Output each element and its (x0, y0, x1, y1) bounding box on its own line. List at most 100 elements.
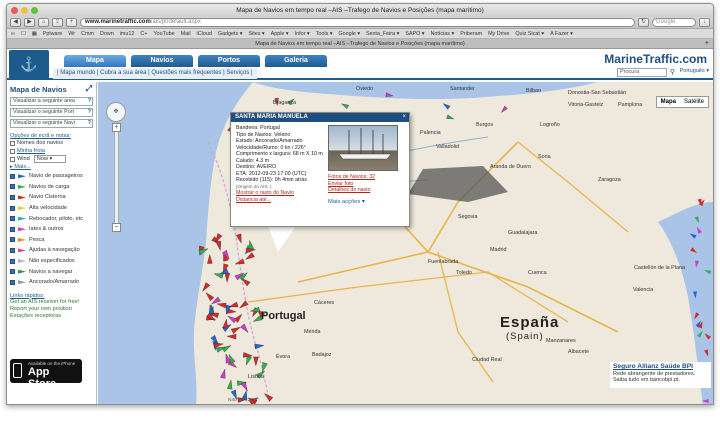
brand-title[interactable]: MarineTraffic.com (604, 52, 707, 66)
checkbox[interactable] (10, 247, 15, 253)
bookmark-item[interactable]: iCloud (197, 31, 212, 37)
add-icon[interactable]: + (66, 18, 77, 27)
ad-title[interactable]: Seguro Allianz Saúde BPI (613, 363, 708, 371)
zoom-in-button[interactable]: + (112, 123, 121, 132)
reload-icon[interactable]: ↻ (638, 18, 649, 27)
browser-search-input[interactable]: Google (652, 18, 696, 27)
legend-item[interactable]: Alta velocidade (10, 203, 93, 214)
help-icon[interactable]: ? (88, 109, 91, 116)
option-my-fleet[interactable]: Minha frota (10, 147, 93, 155)
checkbox[interactable] (10, 194, 15, 200)
advertisement[interactable]: Seguro Allianz Saúde BPI Rede abrangente… (610, 362, 711, 388)
share-icon[interactable]: ⇪ (52, 18, 63, 27)
tab-portos[interactable]: Portos (198, 55, 260, 67)
bookmark-item[interactable]: Infor ▾ (295, 31, 310, 37)
legend-item[interactable]: Navio de passageiros (10, 171, 93, 182)
bookmark-item[interactable]: YouTube (153, 31, 174, 37)
reading-list-icon[interactable]: ∞ (11, 31, 15, 37)
download-icon[interactable]: ↓ (699, 18, 710, 27)
vessel-photo[interactable] (328, 125, 398, 171)
bookmark-item[interactable]: imu12 (120, 31, 135, 37)
checkbox[interactable] (10, 216, 15, 222)
checkbox[interactable] (10, 173, 15, 179)
bookmark-item[interactable]: Gadgets ▾ (218, 31, 243, 37)
bookmark-item[interactable]: Down (100, 31, 114, 37)
more-actions-menu[interactable]: Mais acções ▾ (328, 199, 375, 206)
bookmark-item[interactable]: Sexta_Feira ▾ (366, 31, 399, 37)
legend-item[interactable]: Navio Cisterna (10, 192, 93, 203)
bookmark-item[interactable]: C+ (140, 31, 147, 37)
checkbox[interactable] (10, 156, 15, 162)
map-area[interactable]: ✥ + − Mapa Satélite Oviedo Santander Bilba… (98, 82, 713, 404)
pan-control[interactable]: ✥ (106, 102, 126, 122)
bookmark-item[interactable]: Quiz Sicat ▾ (515, 31, 544, 37)
legend-item[interactable]: Não especificados (10, 256, 93, 267)
quick-link-report-position[interactable]: Report your own position (10, 306, 93, 313)
checkbox[interactable] (10, 184, 15, 190)
tab-galeria[interactable]: Galeria (265, 55, 327, 67)
wind-time-select[interactable]: Now ▾ (33, 155, 66, 163)
area-input[interactable]: Visualizar a seguinte area? (10, 97, 93, 106)
site-search-input[interactable]: Procura (617, 68, 667, 77)
vessel-photos-link[interactable]: Fotos de Navios: 32 (328, 174, 375, 181)
bookmark-item[interactable]: Apple ▾ (271, 31, 289, 37)
minimize-window-button[interactable] (21, 7, 28, 14)
quick-link-ais-receiver[interactable]: Get an AIS receiver for free! (10, 299, 93, 306)
checkbox[interactable] (10, 205, 15, 211)
vessel-input[interactable]: Visualizar o seguinte Navi? (10, 119, 93, 128)
map-type-control[interactable]: Mapa Satélite (655, 96, 709, 108)
legend-item[interactable]: Pesca (10, 235, 93, 246)
bookmark-item[interactable]: Notícias ▾ (431, 31, 455, 37)
home-icon[interactable]: ⌂ (38, 18, 49, 27)
map-type-satellite[interactable]: Satélite (680, 97, 708, 107)
app-store-badge[interactable]: Available on the iPhone App Store (10, 359, 82, 390)
bookmark-item[interactable]: Wr (68, 31, 75, 37)
checkbox[interactable] (10, 226, 15, 232)
bookmark-item[interactable]: Mail (181, 31, 191, 37)
tab-active[interactable]: Mapa de Navios em tempo real –AIS –Trafe… (255, 41, 465, 47)
port-input[interactable]: Visualizar o seguinte Port? (10, 108, 93, 117)
bookmark-item[interactable]: Pplware (43, 31, 62, 37)
more-options-link[interactable]: ▸ Mais... (10, 164, 93, 170)
address-bar[interactable]: www.marinetraffic.com/ais/pt/default.asp… (80, 18, 635, 27)
search-icon[interactable]: ⚲ (670, 68, 675, 76)
bookmark-item[interactable]: Sites ▾ (248, 31, 264, 37)
tab-navios[interactable]: Navios (131, 55, 193, 67)
legend-item[interactable]: Navios de carga (10, 182, 93, 193)
option-ship-names[interactable]: Nomes dos navios (10, 139, 93, 147)
new-tab-button[interactable]: + (705, 39, 709, 49)
help-icon[interactable]: ? (88, 98, 91, 105)
bookmark-item[interactable]: A Fazer ▾ (550, 31, 573, 37)
vessel-details-link[interactable]: Detalhes do navio (328, 187, 375, 194)
bookmarks-icon[interactable]: ☐ (21, 31, 26, 37)
language-select[interactable]: Português ▾ (680, 68, 709, 74)
bookmark-item[interactable]: Google ▾ (338, 31, 360, 37)
checkbox[interactable] (10, 269, 15, 275)
sub-navigation[interactable]: | Mapa mundo | Cubra a sua área | Questõ… (53, 68, 257, 79)
option-label[interactable]: Minha frota (17, 148, 45, 154)
legend-item[interactable]: Ajudas à navegação (10, 245, 93, 256)
checkbox[interactable] (10, 258, 15, 264)
forward-button[interactable]: ▶ (24, 18, 35, 27)
help-icon[interactable]: ? (88, 120, 91, 127)
back-button[interactable]: ◀ (10, 18, 21, 27)
bookmark-item[interactable]: Cmm (81, 31, 94, 37)
zoom-window-button[interactable] (31, 7, 38, 14)
tab-mapa[interactable]: Mapa (64, 55, 126, 67)
bookmark-item[interactable]: SAPO ▾ (405, 31, 424, 37)
legend-item[interactable]: Iates & outros (10, 224, 93, 235)
distance-to-link[interactable]: Distancia até... (236, 197, 404, 204)
top-sites-icon[interactable]: ▦ (32, 31, 37, 37)
zoom-slider[interactable] (114, 127, 119, 232)
legend-item[interactable]: Ancorado/Amarrado (10, 277, 93, 288)
marinetraffic-logo-icon[interactable]: ⚓ (9, 50, 49, 79)
bookmark-item[interactable]: Tools ▾ (316, 31, 333, 37)
zoom-out-button[interactable]: − (112, 223, 121, 232)
bookmark-item[interactable]: Priberam (460, 31, 482, 37)
fullscreen-icon[interactable]: ⤢ (86, 84, 92, 94)
close-window-button[interactable] (11, 7, 18, 14)
legend-item[interactable]: Navios a navegar (10, 266, 93, 277)
legend-item[interactable]: Rebocador, piloto, etc (10, 213, 93, 224)
option-wind[interactable]: Wind Now ▾ (10, 155, 93, 163)
checkbox[interactable] (10, 279, 15, 285)
